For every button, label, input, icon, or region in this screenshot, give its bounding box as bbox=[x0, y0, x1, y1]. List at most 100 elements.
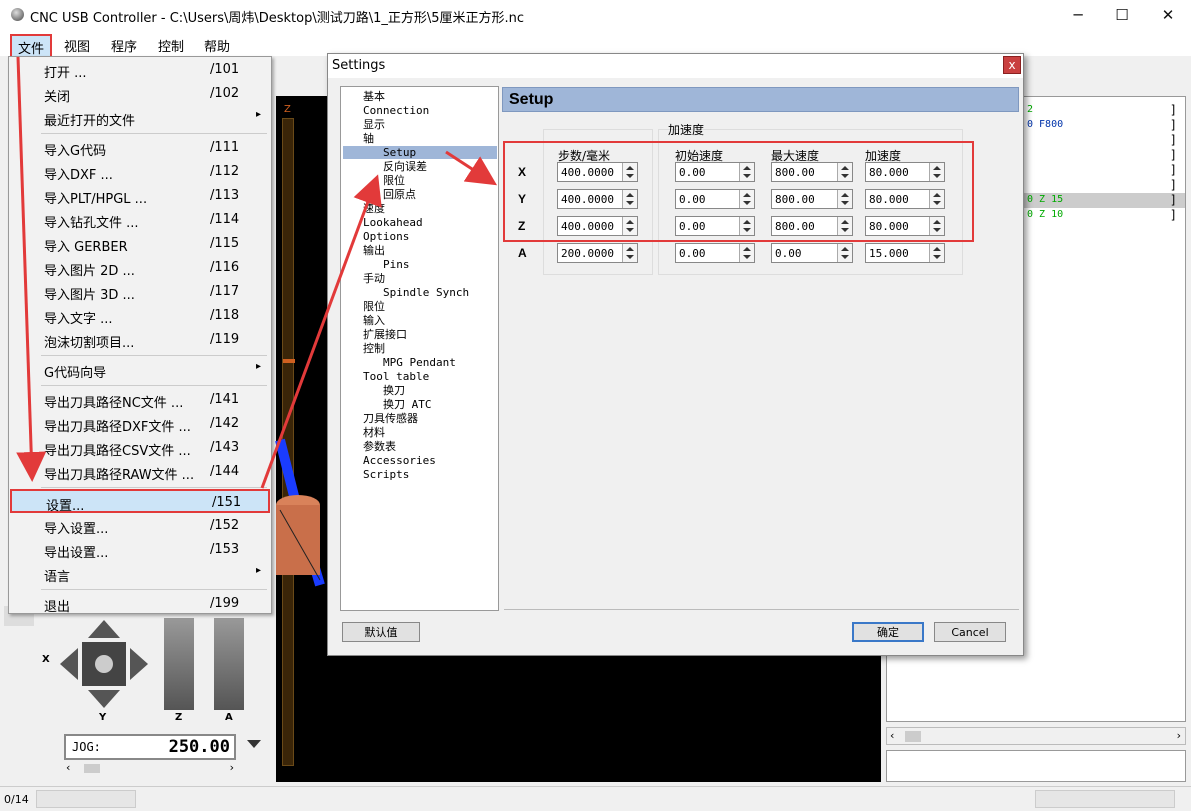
tree-item[interactable]: 输入 bbox=[363, 314, 385, 327]
menu-item-export-settings[interactable]: 导出设置.../153 bbox=[10, 538, 270, 562]
acceleration-group-title: 加速度 bbox=[668, 123, 705, 137]
menu-separator bbox=[41, 487, 267, 488]
tree-item[interactable]: 基本 bbox=[363, 90, 385, 103]
settings-tree[interactable]: 基本 Connection 显示 轴 Setup 反向误差 限位 回原点 速度 … bbox=[340, 86, 499, 611]
z-axis-label: Z bbox=[175, 712, 183, 723]
z-scale-label: Z bbox=[284, 104, 291, 115]
menu-item-gcode-wizard[interactable]: G代码向导 ▸ bbox=[10, 358, 270, 382]
submenu-arrow-icon: ▸ bbox=[256, 565, 262, 576]
submenu-arrow-icon: ▸ bbox=[256, 109, 262, 120]
tree-item[interactable]: 回原点 bbox=[383, 188, 416, 201]
window-title: CNC USB Controller - C:\Users\周炜\Desktop… bbox=[30, 11, 525, 26]
dialog-close-button[interactable]: x bbox=[1003, 56, 1021, 74]
toolpath-preview-graphic bbox=[275, 438, 325, 587]
tree-item[interactable]: Connection bbox=[363, 104, 429, 117]
menu-item-export-csv[interactable]: 导出刀具路径CSV文件 .../143 bbox=[10, 436, 270, 460]
menu-item-language[interactable]: 语言 ▸ bbox=[10, 562, 270, 586]
menu-item-open[interactable]: 打开 .../101 bbox=[10, 58, 270, 82]
command-box[interactable] bbox=[886, 750, 1186, 782]
tree-item[interactable]: Spindle Synch bbox=[383, 286, 469, 299]
code-scrollbar[interactable]: ‹ › bbox=[886, 727, 1186, 745]
scroll-right-icon[interactable]: › bbox=[230, 761, 234, 774]
tree-item[interactable]: 限位 bbox=[363, 300, 385, 313]
scroll-thumb[interactable] bbox=[905, 731, 921, 742]
tree-item[interactable]: 材料 bbox=[363, 426, 385, 439]
tree-item[interactable]: MPG Pendant bbox=[383, 356, 456, 369]
tree-item[interactable]: 换刀 ATC bbox=[383, 398, 432, 411]
spin-arrows-icon bbox=[929, 244, 944, 262]
menu-item-recent[interactable]: 最近打开的文件 ▸ bbox=[10, 106, 270, 130]
default-button[interactable]: 默认值 bbox=[342, 622, 420, 642]
title-bar: CNC USB Controller - C:\Users\周炜\Desktop… bbox=[0, 0, 1191, 30]
axis-a-label: A bbox=[518, 246, 527, 260]
a-axis-label: A bbox=[225, 712, 233, 723]
menu-control[interactable]: 控制 bbox=[152, 34, 190, 57]
menu-item-import-image-3d[interactable]: 导入图片 3D .../117 bbox=[10, 280, 270, 304]
tree-item[interactable]: Lookahead bbox=[363, 216, 423, 229]
tree-item[interactable]: Tool table bbox=[363, 370, 429, 383]
tree-item[interactable]: 输出 bbox=[363, 244, 385, 257]
menu-item-import-drill[interactable]: 导入钻孔文件 .../114 bbox=[10, 208, 270, 232]
menu-item-foam-project[interactable]: 泡沫切割项目.../119 bbox=[10, 328, 270, 352]
jog-arrows-icon bbox=[58, 618, 150, 710]
a-initial-speed-input[interactable]: 0.00 bbox=[675, 243, 755, 263]
tree-item[interactable]: 限位 bbox=[383, 174, 405, 187]
tree-item[interactable]: Options bbox=[363, 230, 409, 243]
menu-item-import-plt[interactable]: 导入PLT/HPGL .../113 bbox=[10, 184, 270, 208]
jog-label: JOG: bbox=[72, 740, 101, 754]
menu-item-import-settings[interactable]: 导入设置.../152 bbox=[10, 514, 270, 538]
menu-separator bbox=[41, 589, 267, 590]
z-jog-buttons[interactable] bbox=[164, 618, 194, 710]
a-max-speed-input[interactable]: 0.00 bbox=[771, 243, 853, 263]
menu-item-settings[interactable]: 设置.../151 bbox=[10, 489, 270, 514]
scroll-left-icon[interactable]: ‹ bbox=[890, 729, 894, 742]
menu-item-export-nc[interactable]: 导出刀具路径NC文件 .../141 bbox=[10, 388, 270, 412]
jog-value: 250.00 bbox=[168, 737, 230, 757]
a-steps-input[interactable]: 200.0000 bbox=[557, 243, 638, 263]
scroll-right-icon[interactable]: › bbox=[1177, 729, 1181, 742]
menu-item-export-raw[interactable]: 导出刀具路径RAW文件 .../144 bbox=[10, 460, 270, 484]
a-jog-buttons[interactable] bbox=[214, 618, 244, 710]
file-menu-dropdown: 打开 .../101 关闭/102 最近打开的文件 ▸ 导入G代码/111 导入D… bbox=[8, 56, 272, 616]
menu-item-export-dxf[interactable]: 导出刀具路径DXF文件 .../142 bbox=[10, 412, 270, 436]
jog-speed-field[interactable]: JOG: 250.00 bbox=[64, 734, 236, 760]
jog-dropdown-icon[interactable] bbox=[247, 740, 261, 748]
tree-item[interactable]: 换刀 bbox=[383, 384, 405, 397]
tree-item[interactable]: Scripts bbox=[363, 468, 409, 481]
menu-item-import-gcode[interactable]: 导入G代码/111 bbox=[10, 136, 270, 160]
menu-item-import-text[interactable]: 导入文字 .../118 bbox=[10, 304, 270, 328]
menu-item-close[interactable]: 关闭/102 bbox=[10, 82, 270, 106]
tree-item[interactable]: Pins bbox=[383, 258, 410, 271]
tree-item-setup-selected[interactable]: Setup bbox=[343, 146, 497, 159]
close-button[interactable]: ✕ bbox=[1145, 0, 1191, 30]
minimize-button[interactable]: ─ bbox=[1055, 0, 1101, 30]
scroll-left-icon[interactable]: ‹ bbox=[66, 761, 70, 774]
menu-view[interactable]: 视图 bbox=[58, 34, 96, 57]
setup-title: Setup bbox=[509, 91, 554, 108]
tree-item[interactable]: 速度 bbox=[363, 202, 385, 215]
tree-item[interactable]: 参数表 bbox=[363, 440, 396, 453]
maximize-button[interactable]: ☐ bbox=[1099, 0, 1145, 30]
menu-help[interactable]: 帮助 bbox=[198, 34, 236, 57]
y-axis-label: Y bbox=[99, 712, 107, 723]
tree-item[interactable]: 显示 bbox=[363, 118, 385, 131]
jog-scrollbar[interactable]: ‹ › bbox=[64, 761, 236, 776]
a-acceleration-input[interactable]: 15.000 bbox=[865, 243, 945, 263]
scroll-thumb[interactable] bbox=[84, 764, 100, 773]
tree-item[interactable]: 刀具传感器 bbox=[363, 412, 418, 425]
tree-item[interactable]: 手动 bbox=[363, 272, 385, 285]
tree-item[interactable]: 控制 bbox=[363, 342, 385, 355]
menu-item-import-dxf[interactable]: 导入DXF .../112 bbox=[10, 160, 270, 184]
tree-item[interactable]: 扩展接口 bbox=[363, 328, 407, 341]
tree-item[interactable]: 轴 bbox=[363, 132, 374, 145]
tree-item[interactable]: Accessories bbox=[363, 454, 436, 467]
menu-program[interactable]: 程序 bbox=[105, 34, 143, 57]
tree-item[interactable]: 反向误差 bbox=[383, 160, 427, 173]
ok-button[interactable]: 确定 bbox=[852, 622, 924, 642]
dialog-divider bbox=[504, 609, 1019, 610]
menu-item-import-gerber[interactable]: 导入 GERBER/115 bbox=[10, 232, 270, 256]
menu-item-exit[interactable]: 退出/199 bbox=[10, 592, 270, 616]
cancel-button[interactable]: Cancel bbox=[934, 622, 1006, 642]
menu-item-import-image-2d[interactable]: 导入图片 2D .../116 bbox=[10, 256, 270, 280]
xy-jog-pad[interactable] bbox=[58, 618, 150, 710]
